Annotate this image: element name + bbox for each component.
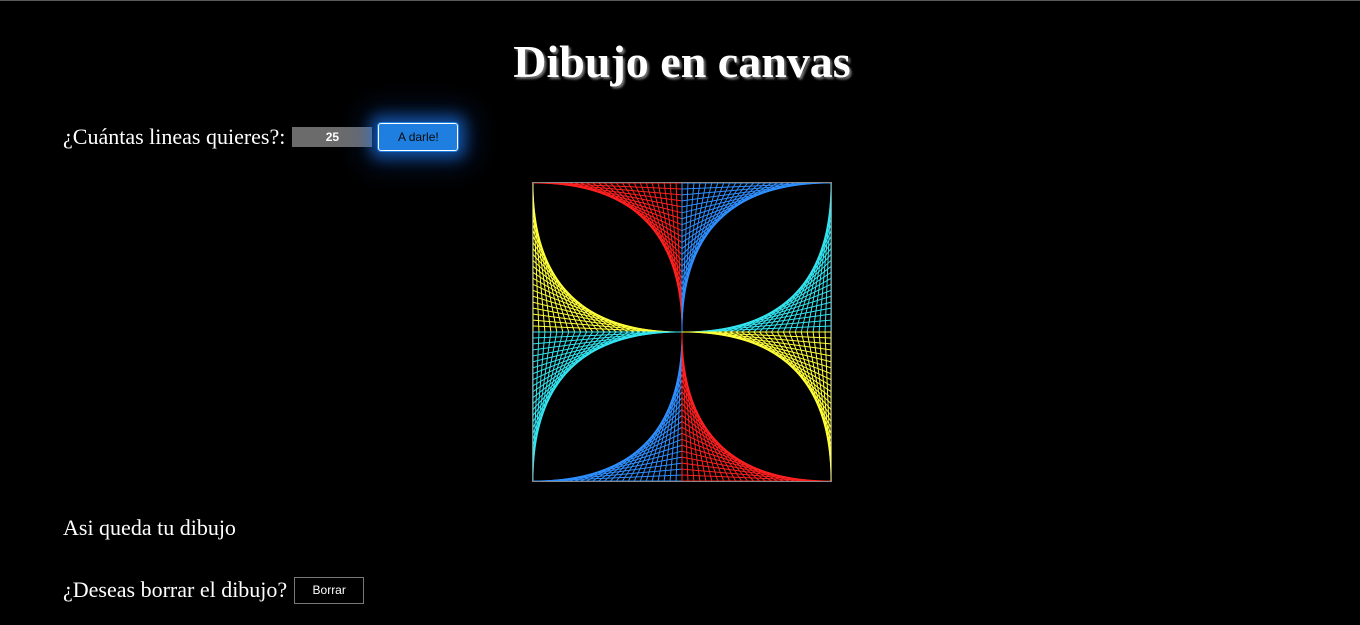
red-line — [681, 450, 802, 481]
cyan-line — [693, 319, 831, 333]
cyan-line — [533, 331, 564, 452]
yellow-line — [533, 319, 671, 333]
erase-control-row: ¿Deseas borrar el dibujo? Borrar — [63, 576, 365, 604]
lines-input[interactable] — [292, 127, 373, 147]
result-text: Asi queda tu dibujo — [63, 515, 236, 540]
blue-line — [681, 183, 695, 321]
yellow-line — [693, 331, 831, 345]
yellow-line — [533, 212, 564, 333]
blue-line — [681, 183, 802, 214]
draw-button[interactable]: A darle! — [377, 122, 460, 152]
cyan-line — [800, 212, 831, 333]
erase-button[interactable]: Borrar — [294, 576, 365, 604]
page-title: Dibujo en canvas — [513, 36, 851, 87]
blue-line — [669, 343, 683, 481]
page: Dibujo en canvas ¿Cuántas lineas quieres… — [0, 0, 1360, 625]
lines-label: ¿Cuántas lineas quieres?: — [63, 124, 286, 149]
lines-control-row: ¿Cuántas lineas quieres?: A darle! — [63, 122, 460, 152]
red-line — [562, 183, 683, 214]
yellow-line — [800, 331, 831, 452]
erase-label: ¿Deseas borrar el dibujo? — [63, 577, 288, 602]
drawing-canvas — [532, 182, 832, 482]
blue-line — [562, 450, 683, 481]
red-line — [681, 343, 695, 481]
drawing-svg — [533, 183, 831, 481]
red-line — [669, 183, 683, 321]
cyan-line — [533, 331, 671, 345]
